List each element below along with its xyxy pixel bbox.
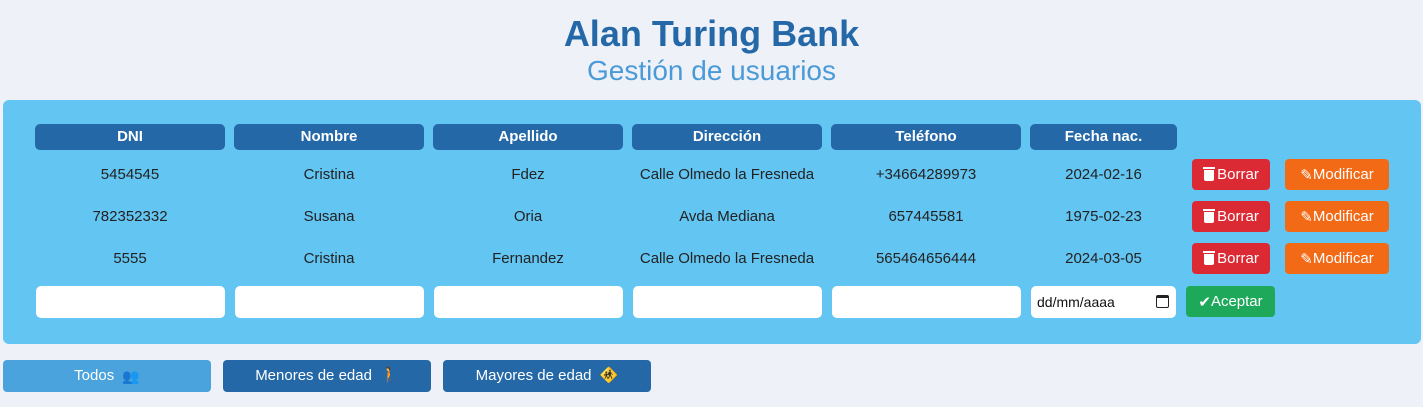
direccion-input[interactable]	[633, 286, 822, 318]
delete-button[interactable]: Borrar	[1192, 243, 1270, 274]
modify-label: Modificar	[1312, 250, 1374, 267]
delete-button[interactable]: Borrar	[1192, 201, 1270, 232]
cell-apellido: Oria	[513, 208, 543, 225]
filter-adults-button[interactable]: Mayores de edad 🚸	[443, 360, 651, 392]
trash-icon	[1203, 167, 1216, 182]
cell-dni: 5454545	[100, 166, 160, 183]
apellido-input[interactable]	[434, 286, 623, 318]
cell-direccion: Calle Olmedo la Fresneda	[639, 250, 815, 267]
column-header-apellido: Apellido	[433, 124, 623, 150]
cell-direccion: Calle Olmedo la Fresneda	[639, 166, 815, 183]
delete-label: Borrar	[1217, 250, 1259, 267]
column-header-direccion: Dirección	[632, 124, 822, 150]
page-title: Alan Turing Bank	[563, 13, 860, 54]
cell-telefono: +34664289973	[875, 166, 977, 183]
trash-icon	[1203, 209, 1216, 224]
users-icon: 👥	[122, 368, 140, 385]
accept-label: Aceptar	[1210, 293, 1263, 310]
filter-all-label: Todos	[74, 367, 115, 384]
birthdate-input[interactable]: dd/mm/aaaa	[1031, 286, 1176, 318]
column-header-dni: DNI	[35, 124, 225, 150]
delete-label: Borrar	[1217, 166, 1259, 183]
modify-button[interactable]: ✎Modificar	[1285, 159, 1389, 190]
cell-fecha: 2024-02-16	[1065, 166, 1142, 183]
child-icon: 🚶	[380, 367, 399, 385]
check-icon: ✔	[1198, 293, 1211, 311]
delete-button[interactable]: Borrar	[1192, 159, 1270, 190]
cell-nombre: Cristina	[303, 250, 355, 267]
page-subtitle: Gestión de usuarios	[586, 55, 837, 86]
filter-minors-label: Menores de edad	[255, 367, 372, 384]
cell-dni: 5555	[113, 250, 147, 267]
column-header-nombre: Nombre	[234, 124, 424, 150]
modify-label: Modificar	[1312, 208, 1374, 225]
cell-apellido: Fdez	[511, 166, 545, 183]
telefono-input[interactable]	[832, 286, 1021, 318]
accept-button[interactable]: ✔Aceptar	[1186, 286, 1275, 317]
cell-direccion: Avda Mediana	[679, 208, 775, 225]
cell-fecha: 2024-03-05	[1065, 250, 1142, 267]
cell-fecha: 1975-02-23	[1065, 208, 1142, 225]
users-table-panel: DNI Nombre Apellido Dirección Teléfono F…	[3, 100, 1421, 344]
adult-child-icon: 🚸	[599, 367, 619, 385]
dni-input[interactable]	[36, 286, 225, 318]
cell-telefono: 657445581	[888, 208, 964, 225]
modify-button[interactable]: ✎Modificar	[1285, 201, 1389, 232]
calendar-icon[interactable]	[1156, 295, 1169, 308]
trash-icon	[1203, 251, 1216, 266]
modify-label: Modificar	[1312, 166, 1374, 183]
cell-dni: 782352332	[92, 208, 168, 225]
filter-adults-label: Mayores de edad	[475, 367, 592, 384]
pencil-icon: ✎	[1300, 250, 1313, 268]
date-placeholder: dd/mm/aaaa	[1037, 294, 1115, 310]
cell-nombre: Susana	[303, 208, 355, 225]
filter-minors-button[interactable]: Menores de edad 🚶	[223, 360, 431, 392]
pencil-icon: ✎	[1300, 166, 1313, 184]
column-header-telefono: Teléfono	[831, 124, 1021, 150]
cell-apellido: Fernandez	[492, 250, 564, 267]
pencil-icon: ✎	[1300, 208, 1313, 226]
cell-telefono: 565464656444	[875, 250, 977, 267]
delete-label: Borrar	[1217, 208, 1259, 225]
modify-button[interactable]: ✎Modificar	[1285, 243, 1389, 274]
column-header-fecha: Fecha nac.	[1030, 124, 1177, 150]
filter-all-button[interactable]: Todos 👥	[3, 360, 211, 392]
nombre-input[interactable]	[235, 286, 424, 318]
cell-nombre: Cristina	[303, 166, 355, 183]
